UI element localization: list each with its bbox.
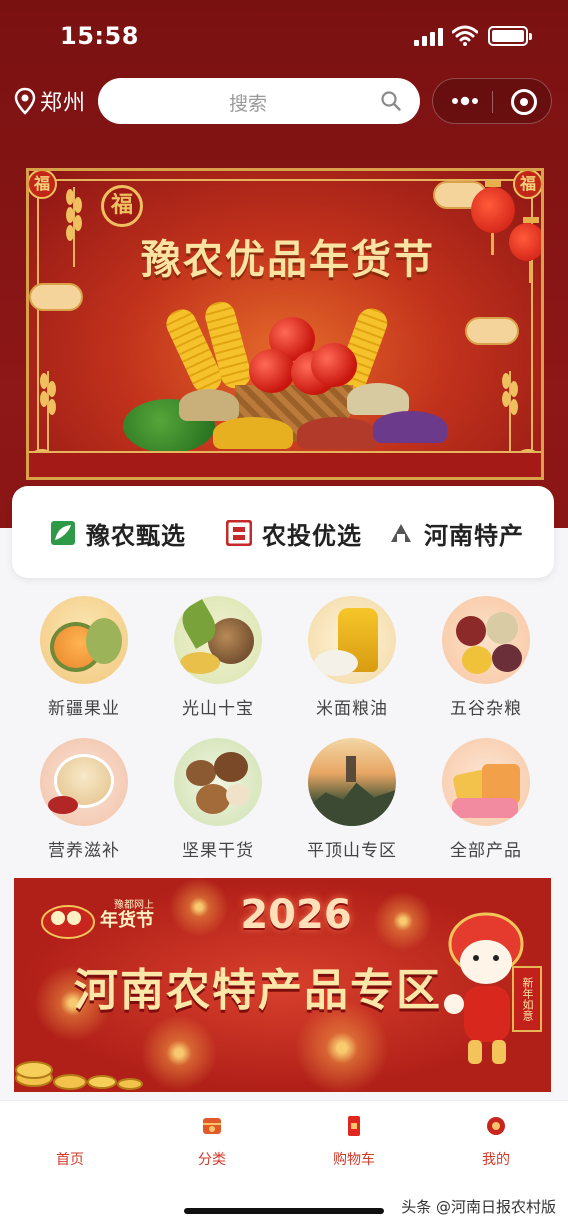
category-rice-flour-oil[interactable]: 米面粮油 [292,596,412,719]
gold-coins-icon [15,1061,143,1090]
tab-label: 河南特产 [424,521,524,550]
firework-icon [164,878,234,942]
status-bar: 15:58 [0,0,568,70]
location-selector[interactable]: 郑州 [14,86,86,116]
melon-icon [40,596,128,684]
hero-banner[interactable]: 福 福 福 年 福 豫农优品年货节 [26,168,544,480]
green-leaf-icon [51,521,75,545]
firework-icon [368,886,438,956]
tea-nuts-icon [174,596,262,684]
grid-label: 营养滋补 [48,841,120,861]
tab-nongtou-select[interactable]: 农投优选 [226,516,362,550]
tab-profile[interactable]: 我的 [456,1115,536,1169]
search-input[interactable]: 搜索 [98,78,420,124]
home-icon [61,1118,79,1135]
tab-label: 分类 [198,1152,226,1168]
tab-label: 购物车 [333,1152,375,1168]
category-nutrition[interactable]: 营养滋补 [24,738,144,861]
grid-label: 新疆果业 [48,699,120,719]
source-watermark: 头条 @河南日报农村版 [401,1198,556,1216]
category-nuts-dried[interactable]: 坚果干货 [158,738,278,861]
fu-seal-icon: 福 [101,185,143,227]
cloud-icon [29,283,83,311]
profile-icon [487,1117,505,1135]
oil-rice-icon [308,596,396,684]
tab-henan-specialty[interactable]: 河南特产 [388,516,524,550]
greeting-scroll: 新年如意 [512,966,542,1032]
category-guangshan-ten-treasures[interactable]: 光山十宝 [158,596,278,719]
grain-bowl-icon [213,417,293,449]
apple-icon [311,343,357,387]
battery-icon [488,26,532,46]
tab-yunong-select[interactable]: 豫农甄选 [50,516,186,550]
city-label: 郑州 [40,91,87,116]
grain-bowl-icon [297,417,377,449]
grain-bowl-icon [347,383,409,415]
cart-icon [348,1116,360,1136]
wheat-icon [40,371,56,451]
wheat-icon [502,371,518,451]
location-pin-icon [14,87,36,115]
tab-label: 豫农甄选 [86,521,186,550]
cloud-icon [465,317,519,345]
miniprogram-capsule [432,78,552,124]
category-pingdingshan[interactable]: 平顶山专区 [292,738,412,861]
status-time: 15:58 [60,22,139,50]
grain-bowl-icon [179,389,239,421]
grain-bowl-icon [373,411,447,443]
category-tabs-card: 豫农甄选 农投优选 河南特产 [12,486,554,578]
category-all-products[interactable]: 全部产品 [426,738,546,861]
wifi-icon [452,25,478,46]
promo-year: 2026 [240,892,352,938]
tab-category[interactable]: 分类 [172,1115,252,1169]
category-mixed-grains[interactable]: 五谷杂粮 [426,596,546,719]
firework-icon [134,1008,224,1092]
grid-label: 平顶山专区 [307,841,397,861]
red-logo-icon [226,520,252,546]
grid-label: 五谷杂粮 [450,699,522,719]
home-indicator[interactable] [184,1208,384,1214]
hero-title: 豫农优品年货节 [141,236,435,283]
signal-icon [414,28,444,46]
apple-icon [249,349,295,393]
tab-label: 我的 [482,1152,510,1168]
search-placeholder: 搜索 [228,93,267,115]
grid-label: 坚果干货 [182,841,254,861]
banner-bottom-band [29,451,541,477]
more-icon[interactable] [451,95,479,107]
category-xinjiang-fruit[interactable]: 新疆果业 [24,596,144,719]
grid-label: 米面粮油 [316,699,388,719]
promo-logo-text: 年货节 [100,910,154,931]
promo-banner[interactable]: 豫都网上 年货节 2026 河南农特产品专区 新年如意 [14,878,551,1092]
tab-label: 农投优选 [262,521,362,550]
search-icon [381,91,401,111]
tab-cart[interactable]: 购物车 [314,1115,394,1169]
category-icon [203,1118,221,1134]
grid-label: 全部产品 [450,841,522,861]
close-miniprogram-icon[interactable] [511,89,537,115]
fu-badge-icon: 福 [29,171,57,199]
lucky-bag-icon [41,905,95,939]
app-screen: 15:58 郑州 搜索 福 福 福 豫农优品年货节 豫农甄选 农投优选 河南特产… [0,0,568,1228]
tab-home[interactable]: 首页 [30,1115,110,1169]
capsule-divider [492,91,493,113]
porridge-icon [40,738,128,826]
fu-badge-icon: 福 [513,171,541,199]
landmark-icon [391,524,411,542]
tab-label: 首页 [56,1152,84,1168]
gift-box-icon [442,738,530,826]
mountain-icon [308,738,396,826]
grains-icon [442,596,530,684]
grid-label: 光山十宝 [182,699,254,719]
nuts-icon [174,738,262,826]
